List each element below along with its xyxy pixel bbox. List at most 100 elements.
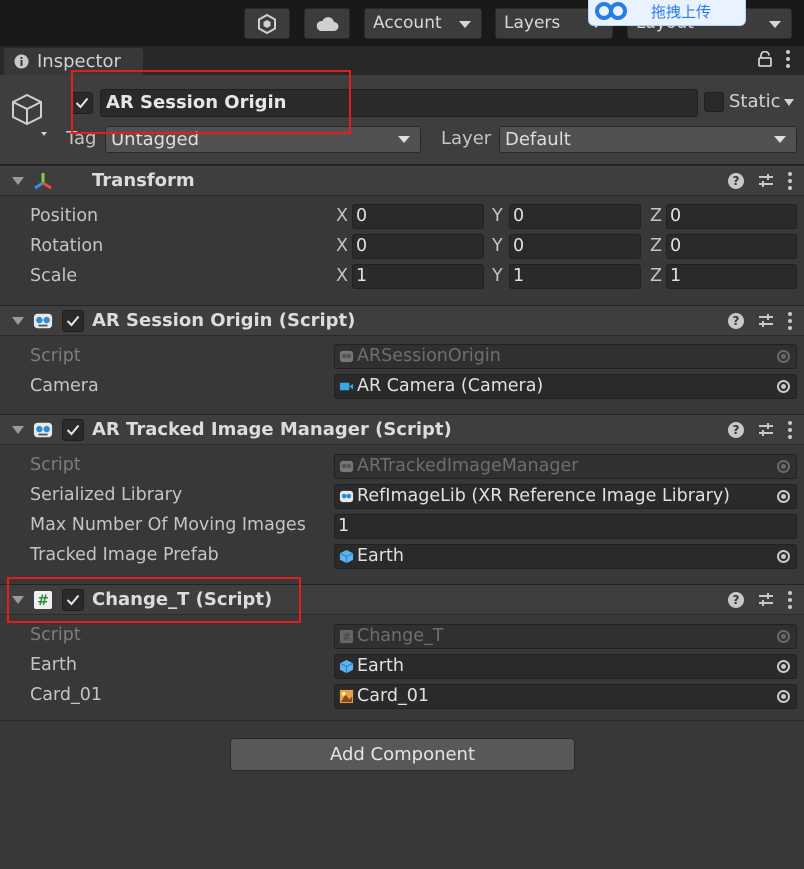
presets-icon[interactable]: [758, 422, 774, 438]
presets-icon[interactable]: [758, 313, 774, 329]
rotation-z-field[interactable]: 0: [666, 234, 797, 259]
chevron-down-icon: [459, 21, 471, 28]
camera-value: AR Camera (Camera): [357, 376, 544, 396]
object-picker-icon: [777, 460, 790, 473]
tab-menu-icon[interactable]: [786, 50, 790, 68]
earth-value: Earth: [357, 656, 404, 676]
scale-z-field[interactable]: 1: [666, 264, 797, 289]
upload-overlay-badge[interactable]: 拖拽上传: [588, 0, 746, 26]
card-01-label: Card_01: [30, 685, 102, 705]
static-checkbox[interactable]: [704, 92, 724, 112]
cloud-button[interactable]: [304, 8, 350, 39]
scale-x-field[interactable]: 1: [352, 264, 484, 289]
axis-z-label[interactable]: Z: [650, 206, 662, 226]
gameobject-name-field[interactable]: AR Session Origin: [100, 89, 698, 117]
ar-session-origin-header[interactable]: AR Session Origin (Script) ?: [0, 305, 804, 336]
foldout-arrow-icon[interactable]: [12, 596, 24, 604]
help-icon[interactable]: ?: [728, 592, 744, 608]
tracked-image-prefab-value: Earth: [357, 546, 404, 566]
rotation-x-field[interactable]: 0: [352, 234, 484, 259]
layer-dropdown[interactable]: Default: [499, 126, 797, 153]
chevron-down-icon: [769, 21, 781, 28]
layer-label: Layer: [441, 128, 492, 149]
foldout-arrow-icon[interactable]: [12, 426, 24, 434]
earth-label: Earth: [30, 655, 77, 675]
ar-tracked-image-manager-header[interactable]: AR Tracked Image Manager (Script) ?: [0, 414, 804, 445]
gameobject-active-checkbox[interactable]: [71, 92, 93, 114]
component-menu-icon[interactable]: [788, 591, 792, 609]
gameobject-header: AR Session Origin Static Tag Untagged La…: [0, 75, 804, 165]
csharp-script-icon: #: [34, 591, 52, 609]
serialized-library-field[interactable]: RefImageLib (XR Reference Image Library): [334, 484, 797, 509]
tracked-image-prefab-field[interactable]: Earth: [334, 544, 797, 569]
transform-header[interactable]: Transform ?: [0, 165, 804, 196]
component-title: Change_T (Script): [92, 589, 273, 610]
component-menu-icon[interactable]: [788, 312, 792, 330]
card-01-value: Card_01: [357, 686, 429, 706]
axis-y-label[interactable]: Y: [492, 266, 503, 286]
script-label: Script: [30, 346, 81, 366]
component-enabled-checkbox[interactable]: [62, 419, 84, 441]
position-z-field[interactable]: 0: [666, 204, 797, 229]
account-dropdown[interactable]: Account: [364, 8, 482, 39]
axis-x-label[interactable]: X: [336, 266, 348, 286]
position-y-field[interactable]: 0: [509, 204, 641, 229]
component-enabled-checkbox[interactable]: [62, 310, 84, 332]
prefab-icon: [339, 549, 354, 564]
object-picker-icon[interactable]: [777, 690, 790, 703]
tab-inspector[interactable]: Inspector: [4, 48, 143, 75]
script-field: ARSessionOrigin: [334, 344, 797, 369]
change-t-header[interactable]: # Change_T (Script) ?: [0, 584, 804, 615]
component-actions: ?: [728, 312, 792, 330]
component-title: AR Session Origin (Script): [92, 310, 356, 331]
help-icon[interactable]: ?: [728, 422, 744, 438]
tab-actions: [758, 50, 790, 68]
card-01-field[interactable]: Card_01: [334, 684, 797, 709]
foldout-arrow-icon[interactable]: [12, 317, 24, 325]
earth-field[interactable]: Earth: [334, 654, 797, 679]
component-menu-icon[interactable]: [788, 172, 792, 190]
component-title: Transform: [92, 170, 195, 191]
scale-y-field[interactable]: 1: [509, 264, 641, 289]
help-icon[interactable]: ?: [728, 173, 744, 189]
tracked-image-prefab-label: Tracked Image Prefab: [30, 545, 219, 565]
axis-x-label[interactable]: X: [336, 206, 348, 226]
position-x-field[interactable]: 0: [352, 204, 484, 229]
add-component-button[interactable]: Add Component: [230, 738, 575, 771]
property-label: Scale: [30, 266, 78, 286]
plastic-scm-icon: [258, 13, 276, 34]
layer-value: Default: [505, 129, 571, 150]
checkmark-icon: [66, 424, 80, 436]
object-picker-icon[interactable]: [777, 380, 790, 393]
foldout-arrow-icon[interactable]: [12, 177, 24, 185]
component-enabled-checkbox[interactable]: [62, 589, 84, 611]
presets-icon[interactable]: [758, 173, 774, 189]
top-toolbar: Account Layers Layout 拖拽上传: [0, 0, 804, 46]
plastic-scm-button[interactable]: [244, 8, 290, 39]
camera-field[interactable]: AR Camera (Camera): [334, 374, 797, 399]
tag-value: Untagged: [111, 129, 200, 150]
object-picker-icon[interactable]: [777, 660, 790, 673]
tag-dropdown[interactable]: Untagged: [105, 126, 421, 153]
static-dropdown-icon[interactable]: [784, 99, 794, 106]
layers-label: Layers: [504, 13, 561, 33]
axis-z-label[interactable]: Z: [650, 266, 662, 286]
help-icon[interactable]: ?: [728, 313, 744, 329]
axis-x-label[interactable]: X: [336, 236, 348, 256]
rotation-y-field[interactable]: 0: [509, 234, 641, 259]
script-icon: [339, 350, 354, 363]
component-menu-icon[interactable]: [788, 421, 792, 439]
presets-icon[interactable]: [758, 592, 774, 608]
axis-z-label[interactable]: Z: [650, 236, 662, 256]
csharp-script-icon: #: [339, 629, 354, 644]
axis-y-label[interactable]: Y: [492, 206, 503, 226]
camera-icon: [339, 382, 354, 391]
object-picker-icon[interactable]: [777, 550, 790, 563]
max-moving-images-field[interactable]: 1: [334, 514, 797, 539]
lock-icon[interactable]: [758, 51, 772, 67]
object-picker-icon[interactable]: [777, 490, 790, 503]
tag-label: Tag: [66, 128, 97, 149]
axis-y-label[interactable]: Y: [492, 236, 503, 256]
gameobject-cube-icon[interactable]: [10, 92, 50, 136]
static-label: Static: [729, 91, 781, 112]
